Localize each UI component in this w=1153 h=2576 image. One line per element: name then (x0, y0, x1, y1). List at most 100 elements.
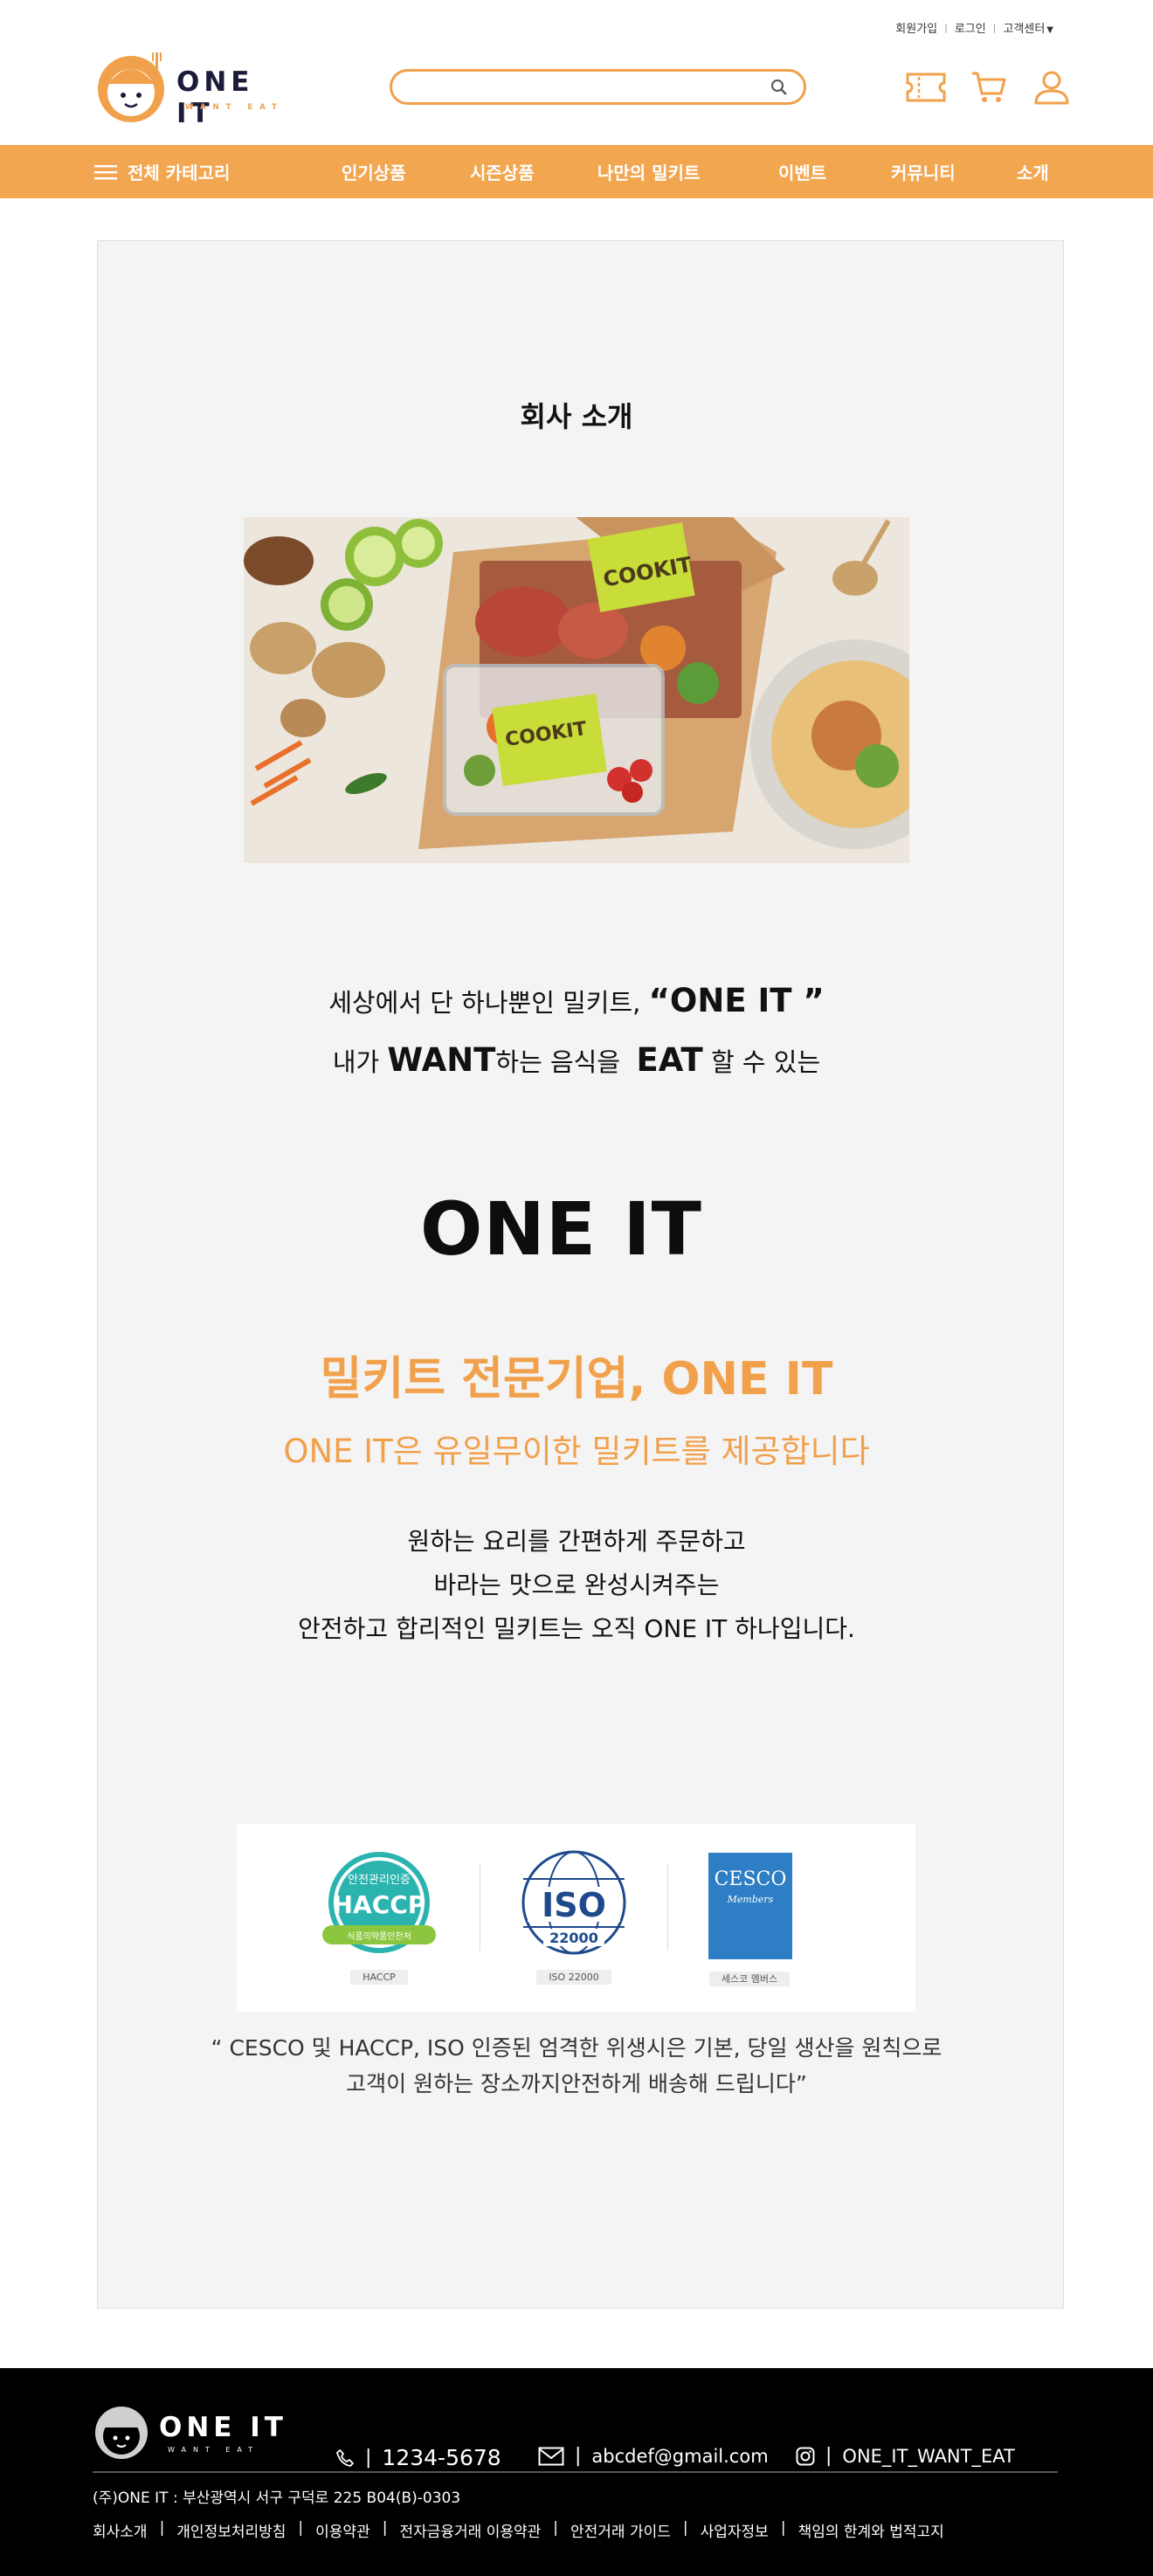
user-icon (1034, 71, 1069, 105)
divider: | (575, 2445, 582, 2467)
iso-cert: ISO 22000 ISO 22000 (508, 1848, 639, 1992)
nav-season[interactable]: 시즌상품 (470, 159, 535, 184)
divider: | (825, 2445, 832, 2467)
tagline-1-quote: “ONE IT ” (648, 982, 825, 1019)
certification-box: 안전관리인증 HACCP 식품의약품안전처 HACCP ISO 22000 IS… (237, 1824, 915, 2012)
iso-globe-icon: ISO 22000 (521, 1850, 626, 1955)
login-link[interactable]: 로그인 (955, 19, 986, 36)
footer-phone: | 1234-5678 (335, 2445, 501, 2470)
haccp-badge-icon: 안전관리인증 HACCP 식품의약품안전처 (322, 1852, 436, 1953)
footer-email: | abcdef@gmail.com (538, 2445, 769, 2467)
hero-image: COOKIT COOKIT (244, 517, 909, 863)
coupon-icon (906, 73, 946, 102)
description-line-3: 안전하고 합리적인 밀키트는 오직 ONE IT 하나입니다. (298, 1614, 855, 1643)
footer-logo-subtext: WANT EAT (168, 2446, 260, 2454)
footer-instagram: | ONE_IT_WANT_EAT (796, 2445, 1015, 2467)
footer-instagram-handle[interactable]: ONE_IT_WANT_EAT (842, 2446, 1014, 2467)
divider: | (780, 2519, 786, 2537)
footer-email-address[interactable]: abcdef@gmail.com (591, 2446, 768, 2467)
nav-event[interactable]: 이벤트 (778, 159, 826, 184)
chef-mascot-icon (95, 2407, 148, 2459)
phone-icon (336, 2448, 354, 2467)
haccp-caption: HACCP (314, 1970, 445, 1985)
header-icons (905, 67, 1073, 107)
footer-logo-wordmark: ONE IT (159, 2412, 287, 2443)
nav-all-category-label: 전체 카테고리 (128, 162, 231, 183)
slogan-secondary: ONE IT은 유일무이한 밀키트를 제공합니다 (283, 1433, 870, 1470)
cesco-member-text: Members (727, 1894, 774, 1905)
divider: | (298, 2519, 304, 2537)
haccp-top-text: 안전관리인증 (348, 1874, 411, 1887)
footer-link-safe-trade[interactable]: 안전거래 가이드 (570, 2519, 671, 2541)
customer-center-label: 고객센터 (1003, 23, 1046, 36)
nav-my-mealkit[interactable]: 나만의 밀키트 (597, 159, 700, 184)
tagline-1-text: 세상에서 단 하나뿐인 밀키트, (328, 988, 641, 1018)
footer-link-privacy[interactable]: 개인정보처리방침 (176, 2519, 286, 2541)
divider: | (159, 2519, 165, 2537)
nav-popular[interactable]: 인기상품 (342, 159, 406, 184)
tagline-2-a: 내가 (332, 1047, 380, 1077)
iso-mark-text: ISO (542, 1886, 606, 1924)
nav-community[interactable]: 커뮤니티 (891, 159, 956, 184)
instagram-icon[interactable] (796, 2447, 815, 2466)
chef-mascot-icon (98, 52, 164, 122)
search-icon[interactable] (769, 77, 790, 98)
haccp-cert: 안전관리인증 HACCP 식품의약품안전처 HACCP (314, 1848, 445, 1992)
divider (667, 1863, 668, 1951)
iso-num-text: 22000 (549, 1930, 598, 1946)
search-input[interactable] (408, 77, 757, 98)
footer-link-efinance-terms[interactable]: 전자금융거래 이용약관 (399, 2519, 541, 2541)
divider: | (553, 2519, 558, 2537)
cart-icon (972, 72, 1006, 102)
cesco-cert: CESCO Members 세스코 멤버스 (684, 1848, 815, 1992)
certification-note-line-1: “ CESCO 및 HACCP, ISO 인증된 엄격한 위생시은 기본, 당일… (211, 2035, 942, 2061)
footer-phone-number: 1234-5678 (382, 2445, 501, 2470)
coupon-button[interactable] (905, 67, 947, 107)
tagline-2-b: 하는 음식을 (495, 1047, 621, 1077)
cart-button[interactable] (968, 67, 1010, 107)
tagline-2-eat: EAT (636, 1041, 703, 1079)
customer-center-link[interactable]: 고객센터 ▼ (1003, 19, 1053, 36)
slogan-primary: 밀키트 전문기업, ONE IT (320, 1353, 833, 1405)
logo-subtext: WANT EAT (185, 103, 284, 112)
footer-link-business-info[interactable]: 사업자정보 (701, 2519, 769, 2541)
nav-about[interactable]: 소개 (1017, 159, 1049, 184)
site-logo[interactable]: ONE IT WANT EAT (94, 49, 304, 129)
footer-links: 회사소개 | 개인정보처리방침 | 이용약관 | 전자금융거래 이용약관 | 안… (93, 2519, 944, 2541)
footer-divider (93, 2471, 1058, 2473)
footer-link-about[interactable]: 회사소개 (93, 2519, 148, 2541)
nav-all-category[interactable]: 전체 카테고리 (94, 159, 230, 184)
cesco-caption: 세스코 멤버스 (684, 1972, 815, 1986)
divider: | (944, 22, 948, 33)
utility-links: 회원가입 | 로그인 | 고객센터 ▼ (895, 19, 1053, 36)
description-line-2: 바라는 맛으로 완성시켜주는 (433, 1571, 720, 1599)
tagline-line-1: 세상에서 단 하나뿐인 밀키트, “ONE IT ” (0, 982, 1153, 1019)
logo-wordmark: ONE IT (176, 66, 254, 129)
divider: | (365, 2447, 372, 2469)
footer-address: (주)ONE IT : 부산광역시 서구 구덕로 225 B04(B)-0303 (93, 2490, 461, 2507)
brand-heading: ONE IT (420, 1186, 702, 1272)
divider: | (682, 2519, 688, 2537)
main-nav: 전체 카테고리 인기상품 시즌상품 나만의 밀키트 이벤트 커뮤니티 소개 (0, 145, 1153, 198)
mail-icon (538, 2447, 564, 2465)
tagline-line-2: 내가 WANT하는 음식을 EAT 할 수 있는 (0, 1041, 1153, 1079)
mypage-button[interactable] (1031, 67, 1073, 107)
footer-link-legal-notice[interactable]: 책임의 한계와 법적고지 (798, 2519, 944, 2541)
cesco-badge-icon: CESCO Members (708, 1853, 792, 1959)
divider: | (992, 22, 997, 33)
tagline-2-want: WANT (387, 1041, 496, 1079)
description-line-1: 원하는 요리를 간편하게 주문하고 (407, 1527, 746, 1556)
haccp-mark-text: HACCP (333, 1890, 426, 1919)
tagline-2-c: 할 수 있는 (710, 1047, 821, 1077)
haccp-org-text: 식품의약품안전처 (347, 1931, 411, 1942)
footer-link-terms[interactable]: 이용약관 (315, 2519, 370, 2541)
search-bar (390, 69, 806, 105)
chevron-down-icon: ▼ (1046, 25, 1053, 35)
page-title: 회사 소개 (520, 400, 633, 433)
iso-caption: ISO 22000 (508, 1970, 639, 1985)
signup-link[interactable]: 회원가입 (895, 19, 937, 36)
divider: | (382, 2519, 388, 2537)
footer-logo[interactable]: ONE IT WANT EAT (93, 2394, 293, 2464)
hamburger-icon (94, 164, 117, 179)
cesco-mark-text: CESCO (715, 1868, 787, 1890)
